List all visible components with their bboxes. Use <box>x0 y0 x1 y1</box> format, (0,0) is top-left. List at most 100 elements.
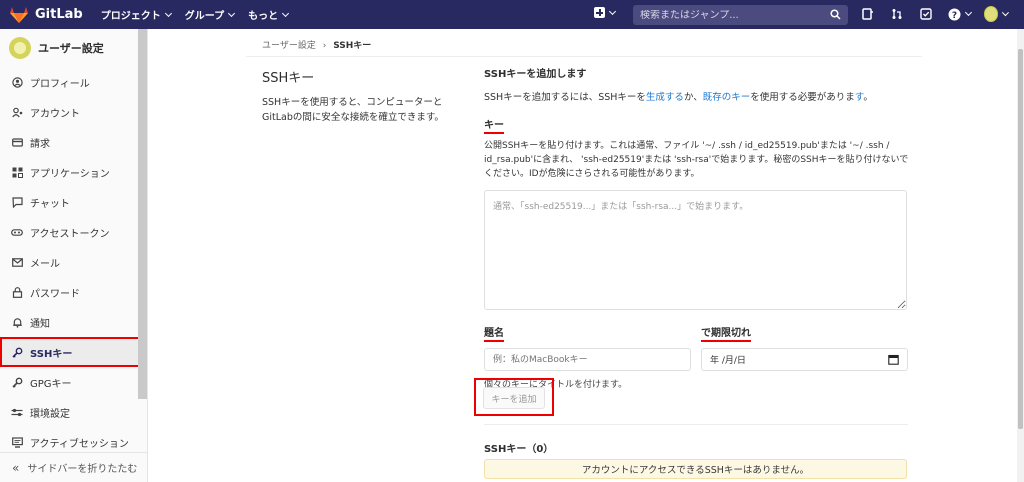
sidebar-item-label: SSHキー <box>30 348 73 360</box>
sidebar-item-profile[interactable]: プロフィール <box>0 67 147 97</box>
double-chevron-left-icon: « <box>12 460 20 475</box>
chat-icon <box>11 196 23 208</box>
expires-date-input[interactable]: 年 /月/日 <box>701 348 908 371</box>
key-textarea[interactable] <box>484 190 907 310</box>
nav-groups[interactable]: グループ <box>184 7 236 22</box>
generate-link[interactable]: 生成する <box>646 92 684 103</box>
breadcrumb: ユーザー設定 › SSHキー <box>262 38 371 51</box>
sidebar-item-key-gpg[interactable]: GPGキー <box>0 367 147 397</box>
breadcrumb-current: SSHキー <box>333 41 372 51</box>
sidebar-item-preferences[interactable]: 環境設定 <box>0 397 147 427</box>
token-icon <box>11 226 23 238</box>
chevron-down-icon <box>1002 9 1010 16</box>
desc-text: SSHキーを追加するには、SSHキーを <box>484 92 646 103</box>
sidebar-item-label: メール <box>30 258 60 270</box>
intro-section: SSHキー SSHキーを使用すると、コンピューターとGitLabの間に安全な接続… <box>262 67 452 125</box>
user-menu[interactable] <box>984 6 1010 22</box>
sidebar-item-label: チャット <box>30 198 70 210</box>
expires-label: で期限切れ <box>701 324 751 342</box>
sidebar-item-label: アクセストークン <box>30 228 110 240</box>
no-keys-notice: アカウントにアクセスできるSSHキーはありません。 <box>484 459 907 479</box>
search-input[interactable] <box>640 9 825 21</box>
collapse-sidebar-button[interactable]: « サイドバーを折りたたむ <box>0 452 147 482</box>
sidebar-item-label: 通知 <box>30 318 50 330</box>
bell-icon <box>11 316 23 328</box>
nav-more[interactable]: もっと <box>248 7 290 22</box>
search-icon[interactable] <box>830 9 841 20</box>
svg-text:?: ? <box>951 11 956 21</box>
monitor-icon <box>11 436 23 448</box>
sidebar-item-label: GPGキー <box>30 378 72 390</box>
key-help-text: 公開SSHキーを貼り付けます。これは通常、ファイル '~/ .ssh / id_… <box>484 141 909 179</box>
ssh-keys-heading: SSHキー（0） <box>484 444 554 455</box>
merge-request-icon[interactable] <box>889 6 905 22</box>
chevron-down-icon <box>282 9 290 17</box>
gitlab-logo[interactable]: GitLab <box>10 6 83 23</box>
applications-icon <box>11 166 23 178</box>
lock-icon <box>11 286 23 298</box>
calendar-icon[interactable] <box>888 354 899 365</box>
sidebar-item-applications[interactable]: アプリケーション <box>0 157 147 187</box>
sidebar-item-bell[interactable]: 通知 <box>0 307 147 337</box>
add-key-highlight: キーを追加 <box>474 378 554 416</box>
sidebar-item-account[interactable]: アカウント <box>0 97 147 127</box>
profile-icon <box>11 76 23 88</box>
top-navbar: GitLab プロジェクト グループ もっと ? <box>0 0 1024 29</box>
user-avatar <box>9 37 31 59</box>
breadcrumb-separator: › <box>322 41 327 51</box>
add-key-description: SSHキーを追加するには、SSHキーを生成するか、既存のキーを使用する必要があり… <box>484 89 909 103</box>
title-label: 題名 <box>484 324 504 342</box>
sidebar-item-key[interactable]: SSHキー <box>0 337 147 367</box>
sidebar-item-lock[interactable]: パスワード <box>0 277 147 307</box>
sidebar-item-label: 環境設定 <box>30 408 70 420</box>
help-dropdown[interactable]: ? <box>947 6 972 22</box>
scrollbar-thumb[interactable] <box>1018 49 1023 429</box>
brand-name: GitLab <box>35 7 83 22</box>
breadcrumb-parent[interactable]: ユーザー設定 <box>262 41 316 51</box>
chevron-down-icon <box>228 9 236 17</box>
chevron-down-icon <box>608 7 617 15</box>
sidebar-item-mail[interactable]: メール <box>0 247 147 277</box>
sidebar-item-label: アプリケーション <box>30 168 110 180</box>
key-icon <box>11 376 23 388</box>
nav-projects[interactable]: プロジェクト <box>100 7 172 22</box>
page-description: SSHキーを使用すると、コンピューターとGitLabの間に安全な接続を確立できま… <box>262 97 444 123</box>
sidebar-item-label: プロフィール <box>30 78 90 90</box>
desc-text: 。 <box>863 92 873 103</box>
nav-projects-label: プロジェクト <box>100 11 161 22</box>
add-key-form: SSHキーを追加します SSHキーを追加するには、SSHキーを生成するか、既存の… <box>484 65 909 390</box>
existing-key-link[interactable]: 既存のキー <box>703 92 751 103</box>
sidebar-item-chat[interactable]: チャット <box>0 187 147 217</box>
nav-groups-label: グループ <box>184 11 225 22</box>
sidebar-title: ユーザー設定 <box>38 42 104 55</box>
sidebar-item-token[interactable]: アクセストークン <box>0 217 147 247</box>
key-label: キー <box>484 116 504 134</box>
user-avatar <box>984 6 999 22</box>
sidebar-item-label: パスワード <box>30 288 80 300</box>
key-icon <box>11 346 23 358</box>
divider <box>484 424 908 425</box>
sidebar-scrollbar[interactable] <box>138 29 147 399</box>
add-key-heading: SSHキーを追加します <box>484 69 587 80</box>
desc-text: か、 <box>683 92 703 103</box>
sidebar-item-label: アクティブセッション <box>30 438 129 450</box>
issues-icon[interactable] <box>860 6 876 22</box>
page-title: SSHキー <box>262 71 315 86</box>
sidebar-item-billing[interactable]: 請求 <box>0 127 147 157</box>
account-icon <box>11 106 23 118</box>
gitlab-fox-icon <box>10 6 28 23</box>
title-input[interactable] <box>484 348 691 371</box>
page-scrollbar[interactable] <box>1017 29 1024 482</box>
add-key-button[interactable]: キーを追加 <box>483 387 545 409</box>
nav-more-label: もっと <box>248 11 279 22</box>
desc-text: を使用する必要がありま <box>750 92 855 103</box>
sidebar-header[interactable]: ユーザー設定 <box>0 29 147 67</box>
sidebar-item-label: 請求 <box>30 138 50 150</box>
sidebar-item-label: アカウント <box>30 108 80 120</box>
search-box[interactable] <box>633 5 848 25</box>
todo-icon[interactable] <box>918 6 934 22</box>
help-icon: ? <box>948 8 960 21</box>
preferences-icon <box>11 406 23 418</box>
billing-icon <box>11 136 23 148</box>
new-dropdown-button[interactable] <box>594 7 617 18</box>
